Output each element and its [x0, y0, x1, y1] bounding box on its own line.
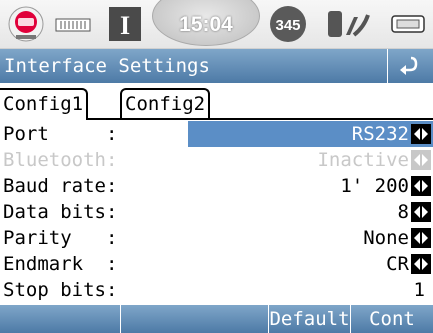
baud-rate-label: Baud rate: [3, 175, 118, 197]
setting-row-data-bits[interactable]: Data bits: 8 [0, 198, 433, 226]
continue-button[interactable]: Cont [350, 305, 433, 333]
parity-label: Parity : [3, 227, 118, 249]
port-label: Port : [3, 123, 118, 145]
back-arrow-icon [399, 56, 417, 75]
tab-config2[interactable]: Config2 [120, 88, 211, 118]
svg-text:I: I [120, 11, 130, 40]
stop-bits-value[interactable]: 1 [414, 276, 425, 304]
setting-row-parity[interactable]: Parity : None [0, 224, 433, 252]
clock-icon[interactable]: 15:04 [152, 0, 260, 46]
title-bar: Interface Settings [0, 49, 433, 83]
left-right-arrows-icon[interactable] [411, 254, 431, 274]
gps-satellite-icon[interactable] [4, 4, 48, 44]
setting-row-stop-bits[interactable]: Stop bits: 1 [0, 276, 433, 304]
antenna-icon[interactable] [322, 4, 374, 44]
data-bits-label: Data bits: [3, 201, 118, 223]
left-right-arrows-icon[interactable] [411, 228, 431, 248]
endmark-label: Endmark : [3, 253, 118, 275]
keyboard-icon[interactable] [388, 4, 428, 44]
port-value[interactable]: RS232 [352, 120, 409, 148]
status-bar: I 15:04 345 [0, 0, 433, 49]
tab-config1[interactable]: Config1 [0, 88, 89, 120]
instrument-mode-icon[interactable]: I [106, 4, 144, 44]
satellite-count-icon[interactable]: 345 [264, 4, 312, 44]
setting-row-bluetooth[interactable]: Bluetooth: Inactive [0, 146, 433, 174]
baud-rate-value[interactable]: 1' 200 [340, 172, 409, 200]
tab-bar: Config1 Config2 [0, 86, 433, 120]
stop-bits-label: Stop bits: [3, 279, 118, 301]
left-right-arrows-icon[interactable] [411, 176, 431, 196]
softkey-f1[interactable] [0, 305, 120, 333]
bluetooth-label: Bluetooth: [3, 149, 118, 171]
setting-row-baud-rate[interactable]: Baud rate: 1' 200 [0, 172, 433, 200]
left-right-arrows-icon [411, 150, 431, 170]
satellite-count: 345 [275, 17, 300, 34]
endmark-value[interactable]: CR [386, 250, 409, 278]
bluetooth-value: Inactive [317, 149, 409, 171]
setting-row-endmark[interactable]: Endmark : CR [0, 250, 433, 278]
softkey-f2[interactable] [120, 305, 180, 333]
clock-time: 15:04 [179, 13, 233, 36]
parity-value[interactable]: None [363, 224, 409, 252]
page-title: Interface Settings [4, 55, 210, 77]
softkey-bar: Default Cont [0, 305, 433, 333]
setting-row-port[interactable]: Port : RS232 [0, 120, 433, 148]
left-right-arrows-icon[interactable] [411, 202, 431, 222]
back-button[interactable] [387, 49, 427, 83]
data-bits-value[interactable]: 8 [398, 198, 409, 226]
default-button[interactable]: Default [268, 305, 350, 333]
left-right-arrows-icon[interactable] [411, 124, 431, 144]
battery-indicator-icon[interactable] [54, 4, 94, 44]
